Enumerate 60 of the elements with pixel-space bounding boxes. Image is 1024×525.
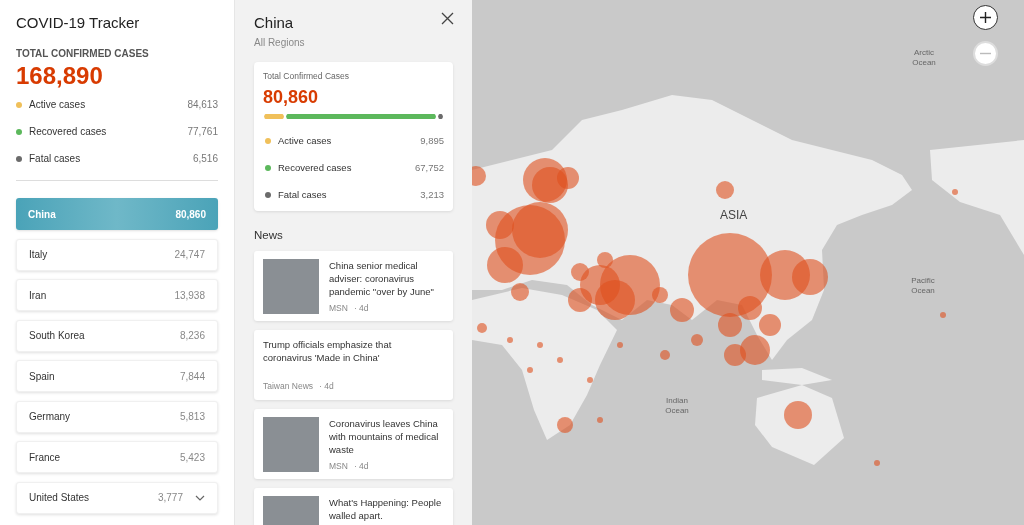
stat-value: 67,752 xyxy=(414,161,444,176)
stat-value: 3,213 xyxy=(420,188,444,203)
news-source: MSN xyxy=(329,302,348,315)
country-count: 24,747 xyxy=(174,248,205,262)
card-label: Total Confirmed Cases xyxy=(263,70,350,83)
news-card[interactable]: China senior medical adviser: coronavirus pandemic "over by June" MSN · 4d xyxy=(254,251,453,321)
ocean-label: Arctic Ocean xyxy=(911,48,937,68)
total-count: 168,890 xyxy=(16,61,104,91)
news-card[interactable]: Trump officials emphasize that coronavirus 'Made in China' Taiwan News · 4d xyxy=(254,330,453,400)
chevron-down-icon[interactable] xyxy=(195,494,205,501)
region-subtitle: All Regions xyxy=(254,36,306,50)
stat-value: 84,613 xyxy=(187,98,218,112)
news-age: · 4d xyxy=(353,460,369,473)
news-headline[interactable]: China senior medical adviser: coronavirus pandemic "over by June" xyxy=(329,259,445,298)
country-count: 3,777 xyxy=(157,491,183,505)
news-headline[interactable]: What's Happening: People walled apart. xyxy=(329,496,445,522)
ocean-label: Indian Ocean xyxy=(664,396,690,416)
stat-value: 9,895 xyxy=(420,134,444,149)
country-item[interactable]: Iran 13,938 xyxy=(16,279,218,311)
stat-label: Recovered cases xyxy=(278,161,352,176)
country-item[interactable]: Italy 24,747 xyxy=(16,238,218,271)
stat-value: 77,761 xyxy=(187,125,218,139)
stat-label: Fatal cases xyxy=(278,188,327,203)
country-count: 7,844 xyxy=(179,369,205,384)
country-item[interactable]: Germany 5,813 xyxy=(16,400,218,433)
country-count: 5,423 xyxy=(179,450,205,465)
stat-label: Recovered cases xyxy=(29,125,107,139)
stat-label: Active cases xyxy=(278,134,332,149)
country-item[interactable]: Spain 7,844 xyxy=(16,360,218,392)
news-age: · 4d xyxy=(319,380,334,393)
news-age: · 4d xyxy=(353,302,369,315)
continent-label: ASIA xyxy=(720,207,748,224)
news-headline[interactable]: Coronavirus leaves China with mountains of medical waste xyxy=(329,417,445,456)
country-count: 80,860 xyxy=(175,207,206,222)
news-card[interactable]: Coronavirus leaves China with mountains of medical waste MSN · 4d xyxy=(254,409,453,479)
country-item[interactable]: United States 3,777 xyxy=(16,481,218,514)
news-card[interactable]: What's Happening: People walled apart. xyxy=(254,488,453,525)
zoom-in-button[interactable] xyxy=(973,5,998,30)
photo-placeholder xyxy=(263,417,319,472)
region-total: 80,860 xyxy=(263,85,320,109)
region-title: China xyxy=(254,13,294,33)
news-source: Taiwan News xyxy=(263,380,314,393)
ocean-label: Pacific Ocean xyxy=(910,276,936,296)
news-heading: News xyxy=(254,227,284,243)
total-label: TOTAL CONFIRMED CASES xyxy=(16,47,150,61)
country-count: 5,813 xyxy=(179,410,205,424)
photo-placeholder xyxy=(263,259,319,314)
country-item[interactable]: South Korea 8,236 xyxy=(16,319,218,352)
close-icon[interactable] xyxy=(441,12,454,25)
stat-label: Active cases xyxy=(29,98,86,112)
news-headline[interactable]: Trump officials emphasize that coronavirus 'Made in China' xyxy=(263,338,423,364)
minus-icon xyxy=(979,52,992,55)
stat-value: 6,516 xyxy=(192,152,218,166)
news-source: MSN xyxy=(329,460,348,473)
country-count: 13,938 xyxy=(174,288,205,303)
country-count: 8,236 xyxy=(179,329,205,343)
country-item[interactable]: France 5,423 xyxy=(16,441,218,473)
plus-icon xyxy=(979,11,992,24)
app-title: COVID-19 Tracker xyxy=(16,13,141,33)
stat-label: Fatal cases xyxy=(29,152,81,166)
